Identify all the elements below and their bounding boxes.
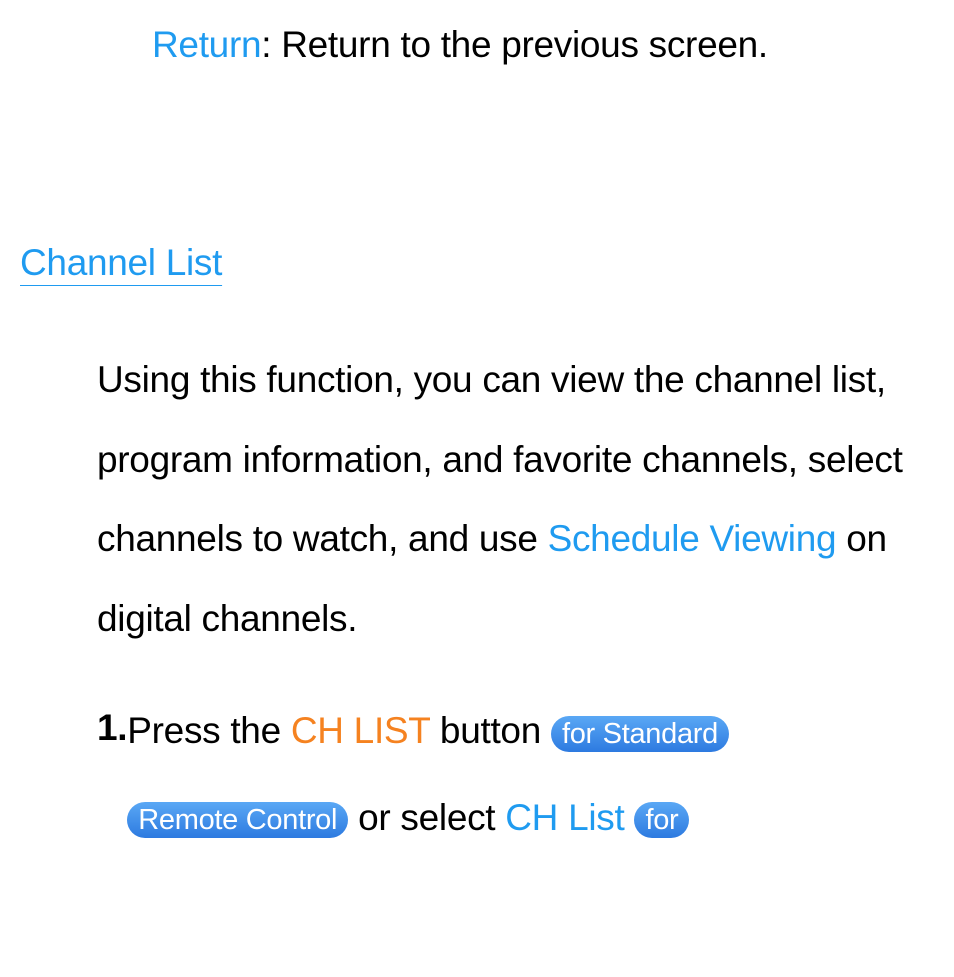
step-press-the: Press the — [127, 710, 291, 751]
pill-remote-control: Remote Control — [127, 802, 348, 838]
return-label: Return — [152, 24, 261, 65]
step-number: 1. — [97, 688, 127, 862]
return-text: : Return to the previous screen. — [261, 24, 768, 65]
step-1: 1. Press the CH LIST button for Standard… — [97, 688, 914, 862]
step-text: Press the CH LIST button for Standard Re… — [127, 688, 914, 862]
step-or-select: or select — [348, 797, 505, 838]
section-heading-channel-list: Channel List — [20, 223, 924, 303]
intro-paragraph: Using this function, you can view the ch… — [97, 340, 914, 658]
pill-for: for — [634, 802, 689, 838]
ch-list-link: CH List — [505, 797, 624, 838]
return-description: Return: Return to the previous screen. — [20, 5, 924, 85]
schedule-viewing-link: Schedule Viewing — [548, 518, 837, 559]
ch-list-button-label: CH LIST — [291, 710, 430, 751]
pill-for-standard: for Standard — [551, 716, 729, 752]
step-button-word: button — [430, 710, 551, 751]
